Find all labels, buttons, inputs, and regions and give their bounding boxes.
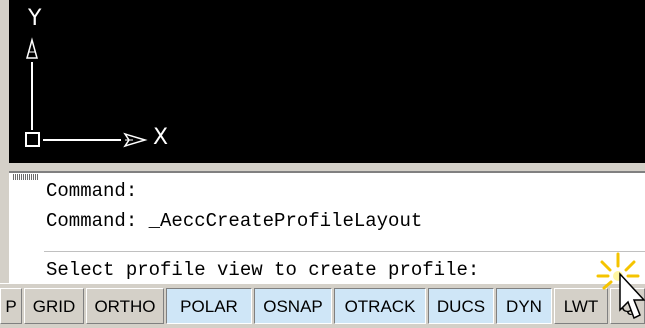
status-bar: P GRID ORTHO POLAR OSNAP OTRACK DUCS DYN… bbox=[0, 283, 645, 328]
statusbar-button-ducs[interactable]: DUCS bbox=[428, 288, 494, 324]
mouse-pointer-icon bbox=[619, 272, 645, 320]
command-history-line-1: Command: bbox=[46, 180, 138, 202]
ucs-y-label: Y bbox=[28, 6, 42, 31]
statusbar-button-ortho[interactable]: ORTHO bbox=[86, 288, 164, 324]
ucs-icon bbox=[25, 37, 148, 148]
command-history-line-2: Command: _AeccCreateProfileLayout bbox=[46, 210, 423, 232]
statusbar-button-dyn[interactable]: DYN bbox=[496, 288, 552, 324]
viewport-command-splitter[interactable] bbox=[9, 163, 645, 171]
command-divider bbox=[44, 251, 645, 252]
command-prompt[interactable]: Select profile view to create profile: bbox=[46, 259, 479, 281]
statusbar-button-snap[interactable]: P bbox=[0, 288, 22, 324]
drawing-viewport[interactable]: Y X bbox=[9, 0, 645, 163]
statusbar-button-otrack[interactable]: OTRACK bbox=[334, 288, 426, 324]
grip-icon[interactable] bbox=[13, 174, 39, 180]
autocad-window: Y X Command: Command: _AeccCreateProfile… bbox=[0, 0, 645, 328]
ucs-x-label: X bbox=[153, 125, 169, 150]
statusbar-button-grid[interactable]: GRID bbox=[24, 288, 84, 324]
statusbar-button-polar[interactable]: POLAR bbox=[166, 288, 252, 324]
statusbar-button-osnap[interactable]: OSNAP bbox=[254, 288, 332, 324]
